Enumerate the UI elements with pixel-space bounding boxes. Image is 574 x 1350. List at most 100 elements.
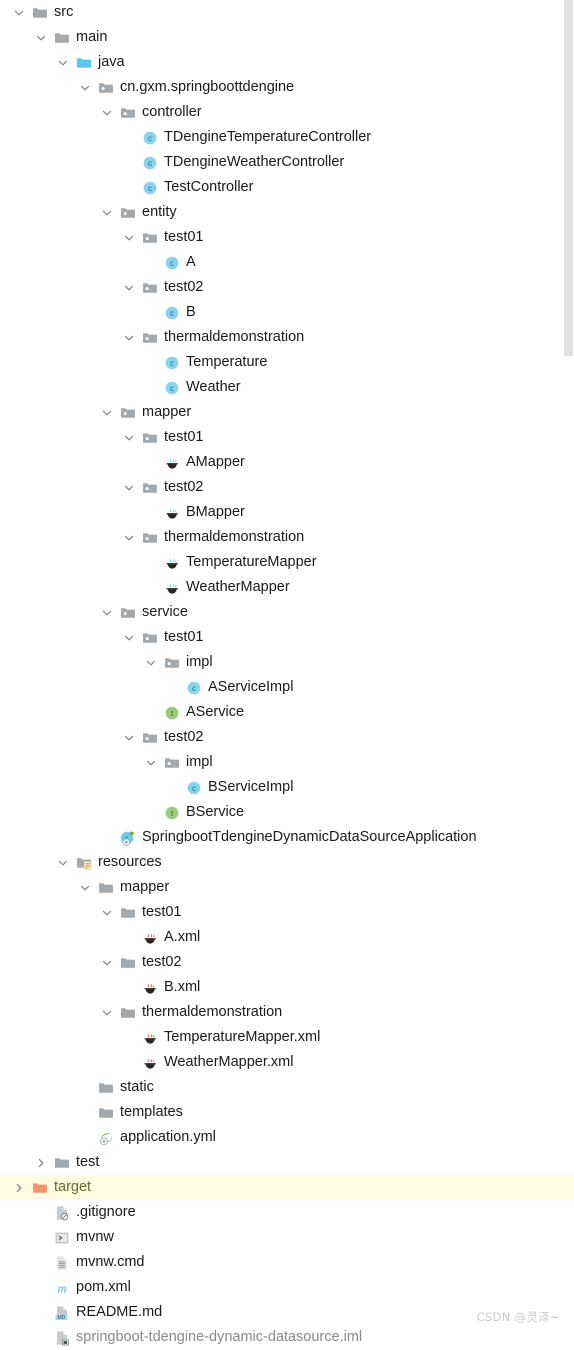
- mybatis-xml-icon: [142, 1030, 158, 1046]
- chevron-down-icon[interactable]: [34, 31, 48, 45]
- tree-row[interactable]: c TDengineWeatherController: [0, 150, 574, 175]
- chevron-down-icon[interactable]: [144, 756, 158, 770]
- chevron-down-icon[interactable]: [122, 531, 136, 545]
- folder-package-icon: [120, 105, 136, 121]
- svg-text:c: c: [148, 134, 152, 143]
- tree-row[interactable]: test01: [0, 900, 574, 925]
- chevron-down-icon[interactable]: [100, 1006, 114, 1020]
- chevron-right-icon[interactable]: [34, 1156, 48, 1170]
- tree-row-label: service: [142, 604, 188, 620]
- chevron-down-icon[interactable]: [100, 406, 114, 420]
- folder-gray-icon: [120, 955, 136, 971]
- tree-row[interactable]: test02: [0, 725, 574, 750]
- tree-row[interactable]: target: [0, 1175, 574, 1200]
- tree-row[interactable]: resources: [0, 850, 574, 875]
- tree-row[interactable]: c TDengineTemperatureController: [0, 125, 574, 150]
- chevron-down-icon[interactable]: [100, 206, 114, 220]
- tree-row[interactable]: mvnw.cmd: [0, 1250, 574, 1275]
- tree-row[interactable]: c Temperature: [0, 350, 574, 375]
- tree-row[interactable]: main: [0, 25, 574, 50]
- tree-row[interactable]: cB: [0, 300, 574, 325]
- vertical-scrollbar-thumb[interactable]: [564, 0, 573, 356]
- tree-row[interactable]: c Weather: [0, 375, 574, 400]
- chevron-down-icon[interactable]: [122, 231, 136, 245]
- tree-row[interactable]: B.xml: [0, 975, 574, 1000]
- chevron-down-icon[interactable]: [122, 481, 136, 495]
- chevron-down-icon[interactable]: [122, 631, 136, 645]
- tree-row[interactable]: mapper: [0, 875, 574, 900]
- chevron-down-icon[interactable]: [56, 56, 70, 70]
- tree-row[interactable]: entity: [0, 200, 574, 225]
- tree-row[interactable]: test01: [0, 625, 574, 650]
- chevron-down-icon[interactable]: [100, 906, 114, 920]
- chevron-down-icon[interactable]: [100, 956, 114, 970]
- chevron-down-icon[interactable]: [78, 81, 92, 95]
- svg-text:c: c: [192, 784, 196, 793]
- chevron-down-icon[interactable]: [100, 606, 114, 620]
- tree-row[interactable]: c BServiceImpl: [0, 775, 574, 800]
- chevron-down-icon[interactable]: [100, 106, 114, 120]
- tree-row[interactable]: test02: [0, 475, 574, 500]
- tree-row[interactable]: controller: [0, 100, 574, 125]
- tree-row[interactable]: java: [0, 50, 574, 75]
- chevron-down-icon[interactable]: [122, 731, 136, 745]
- tree-row[interactable]: test02: [0, 950, 574, 975]
- folder-gray-icon: [32, 5, 48, 21]
- tree-row[interactable]: src: [0, 0, 574, 25]
- chevron-down-icon[interactable]: [122, 331, 136, 345]
- vertical-scrollbar-track[interactable]: [562, 0, 574, 1347]
- tree-row[interactable]: test: [0, 1150, 574, 1175]
- tree-row[interactable]: BMapper: [0, 500, 574, 525]
- tree-row-label: springboot-tdengine-dynamic-datasource.i…: [76, 1329, 363, 1345]
- mybatis-xml-icon: [142, 930, 158, 946]
- tree-row[interactable]: thermaldemonstration: [0, 325, 574, 350]
- tree-row[interactable]: m pom.xml: [0, 1275, 574, 1300]
- tree-row[interactable]: .gitignore: [0, 1200, 574, 1225]
- chevron-down-icon[interactable]: [78, 881, 92, 895]
- svg-text:c: c: [148, 184, 152, 193]
- folder-gray-icon: [54, 1155, 70, 1171]
- tree-row-label: thermaldemonstration: [164, 529, 305, 545]
- tree-row[interactable]: TemperatureMapper.xml: [0, 1025, 574, 1050]
- tree-row-label: static: [120, 1079, 154, 1095]
- tree-row[interactable]: c TestController: [0, 175, 574, 200]
- tree-row[interactable]: c AServiceImpl: [0, 675, 574, 700]
- tree-row[interactable]: cn.gxm.springboottdengine: [0, 75, 574, 100]
- chevron-right-icon[interactable]: [12, 1181, 26, 1195]
- tree-row-label: test01: [142, 904, 182, 920]
- tree-row[interactable]: templates: [0, 1100, 574, 1125]
- tree-row[interactable]: test01: [0, 225, 574, 250]
- tree-row[interactable]: service: [0, 600, 574, 625]
- tree-row-label: resources: [98, 854, 162, 870]
- tree-row[interactable]: A.xml: [0, 925, 574, 950]
- project-tree[interactable]: src main java cn.gxm.springboottdengine cont…: [0, 0, 574, 1350]
- tree-row[interactable]: I BService: [0, 800, 574, 825]
- tree-row[interactable]: WeatherMapper: [0, 575, 574, 600]
- svg-text:c: c: [170, 259, 174, 268]
- tree-row[interactable]: mapper: [0, 400, 574, 425]
- tree-row[interactable]: static: [0, 1075, 574, 1100]
- tree-row[interactable]: springboot-tdengine-dynamic-datasource.i…: [0, 1325, 574, 1350]
- tree-row[interactable]: test02: [0, 275, 574, 300]
- chevron-down-icon[interactable]: [144, 656, 158, 670]
- chevron-down-icon[interactable]: [56, 856, 70, 870]
- chevron-down-icon[interactable]: [12, 6, 26, 20]
- tree-row[interactable]: thermaldemonstration: [0, 1000, 574, 1025]
- tree-row[interactable]: impl: [0, 750, 574, 775]
- tree-row[interactable]: mvnw: [0, 1225, 574, 1250]
- tree-row[interactable]: test01: [0, 425, 574, 450]
- chevron-down-icon[interactable]: [122, 281, 136, 295]
- mybatis-mapper-icon: [164, 580, 180, 596]
- tree-row[interactable]: impl: [0, 650, 574, 675]
- tree-row-label: impl: [186, 754, 213, 770]
- tree-row[interactable]: I AService: [0, 700, 574, 725]
- tree-row[interactable]: cA: [0, 250, 574, 275]
- tree-row[interactable]: WeatherMapper.xml: [0, 1050, 574, 1075]
- tree-row[interactable]: thermaldemonstration: [0, 525, 574, 550]
- folder-gray-icon: [120, 1005, 136, 1021]
- tree-row[interactable]: application.yml: [0, 1125, 574, 1150]
- tree-row[interactable]: c SpringbootTdengineDynamicDataSourceAppl…: [0, 825, 574, 850]
- tree-row[interactable]: AMapper: [0, 450, 574, 475]
- tree-row[interactable]: TemperatureMapper: [0, 550, 574, 575]
- chevron-down-icon[interactable]: [122, 431, 136, 445]
